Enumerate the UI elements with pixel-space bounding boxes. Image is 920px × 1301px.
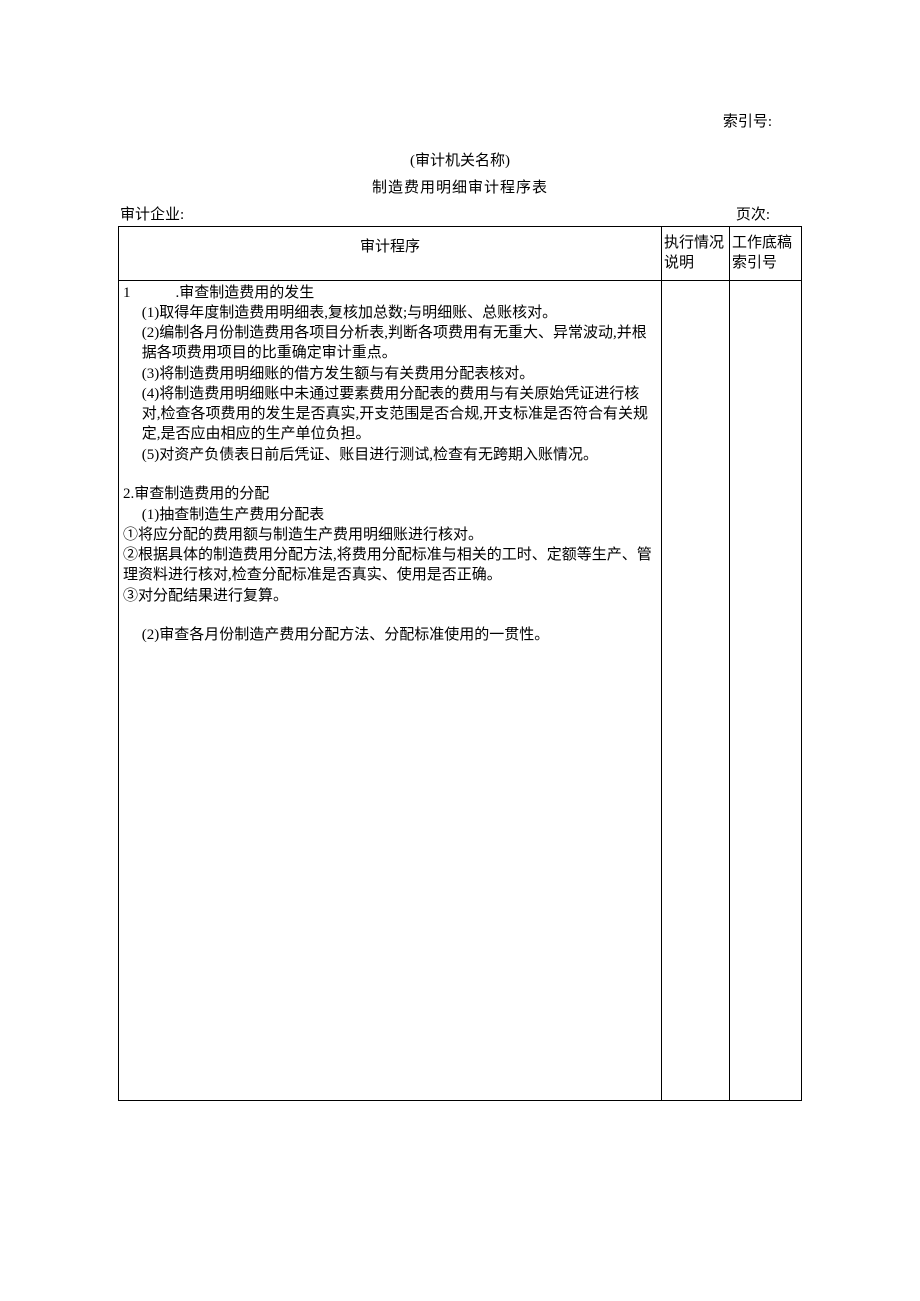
procedure-cell: 1.审查制造费用的发生 (1)取得年度制造费用明细表,复核加总数;与明细账、总账… <box>119 280 662 1100</box>
page-number-label: 页次: <box>736 203 800 224</box>
index-number-line: 索引号: <box>118 110 802 131</box>
document-page: 索引号: (审计机关名称) 制造费用明细审计程序表 审计企业: 页次: 审计程序… <box>0 0 920 1101</box>
section1-heading-text: .审查制造费用的发生 <box>176 285 315 301</box>
section1-item1: (1)取得年度制造费用明细表,复核加总数;与明细账、总账核对。 <box>123 303 657 323</box>
subheader-row: 审计企业: 页次: <box>118 203 802 226</box>
section2-sub3: ③对分配结果进行复算。 <box>123 586 657 606</box>
section2-sub2: ②根据具体的制造费用分配方法,将费用分配标准与相关的工时、定额等生产、管理资料进… <box>123 545 657 586</box>
section1-item4: (4)将制造费用明细账中未通过要素费用分配表的费用与有关原始凭证进行核对,检查各… <box>123 384 657 445</box>
spacer <box>123 465 657 485</box>
execution-cell <box>662 280 730 1100</box>
section2-sub1: ①将应分配的费用额与制造生产费用明细账进行核对。 <box>123 525 657 545</box>
section1-number: 1 <box>123 283 176 303</box>
table-header-row: 审计程序 执行情况说明 工作底稿索引号 <box>119 227 802 281</box>
section1-item2: (2)编制各月份制造费用各项目分析表,判断各项费用有无重大、异常波动,并根据各项… <box>123 323 657 364</box>
table-body-row: 1.审查制造费用的发生 (1)取得年度制造费用明细表,复核加总数;与明细账、总账… <box>119 280 802 1100</box>
enterprise-label: 审计企业: <box>120 203 184 224</box>
index-number-label: 索引号: <box>723 114 772 130</box>
section1-item3: (3)将制造费用明细账的借方发生额与有关费用分配表核对。 <box>123 364 657 384</box>
column-header-procedure: 审计程序 <box>119 227 662 281</box>
section1-item5: (5)对资产负债表日前后凭证、账目进行测试,检查有无跨期入账情况。 <box>123 445 657 465</box>
document-title: 制造费用明细审计程序表 <box>118 176 802 197</box>
section1-heading: 1.审查制造费用的发生 <box>123 283 657 303</box>
column-header-execution: 执行情况说明 <box>662 227 730 281</box>
section2-item1: (1)抽查制造生产费用分配表 <box>123 505 657 525</box>
section2-heading: 2.审查制造费用的分配 <box>123 484 657 504</box>
section2-item2: (2)审查各月份制造产费用分配方法、分配标准使用的一贯性。 <box>123 625 657 645</box>
reference-cell <box>730 280 802 1100</box>
audit-procedure-table: 审计程序 执行情况说明 工作底稿索引号 1.审查制造费用的发生 (1)取得年度制… <box>118 226 802 1101</box>
column-header-reference: 工作底稿索引号 <box>730 227 802 281</box>
spacer <box>123 606 657 626</box>
org-name: (审计机关名称) <box>118 149 802 170</box>
